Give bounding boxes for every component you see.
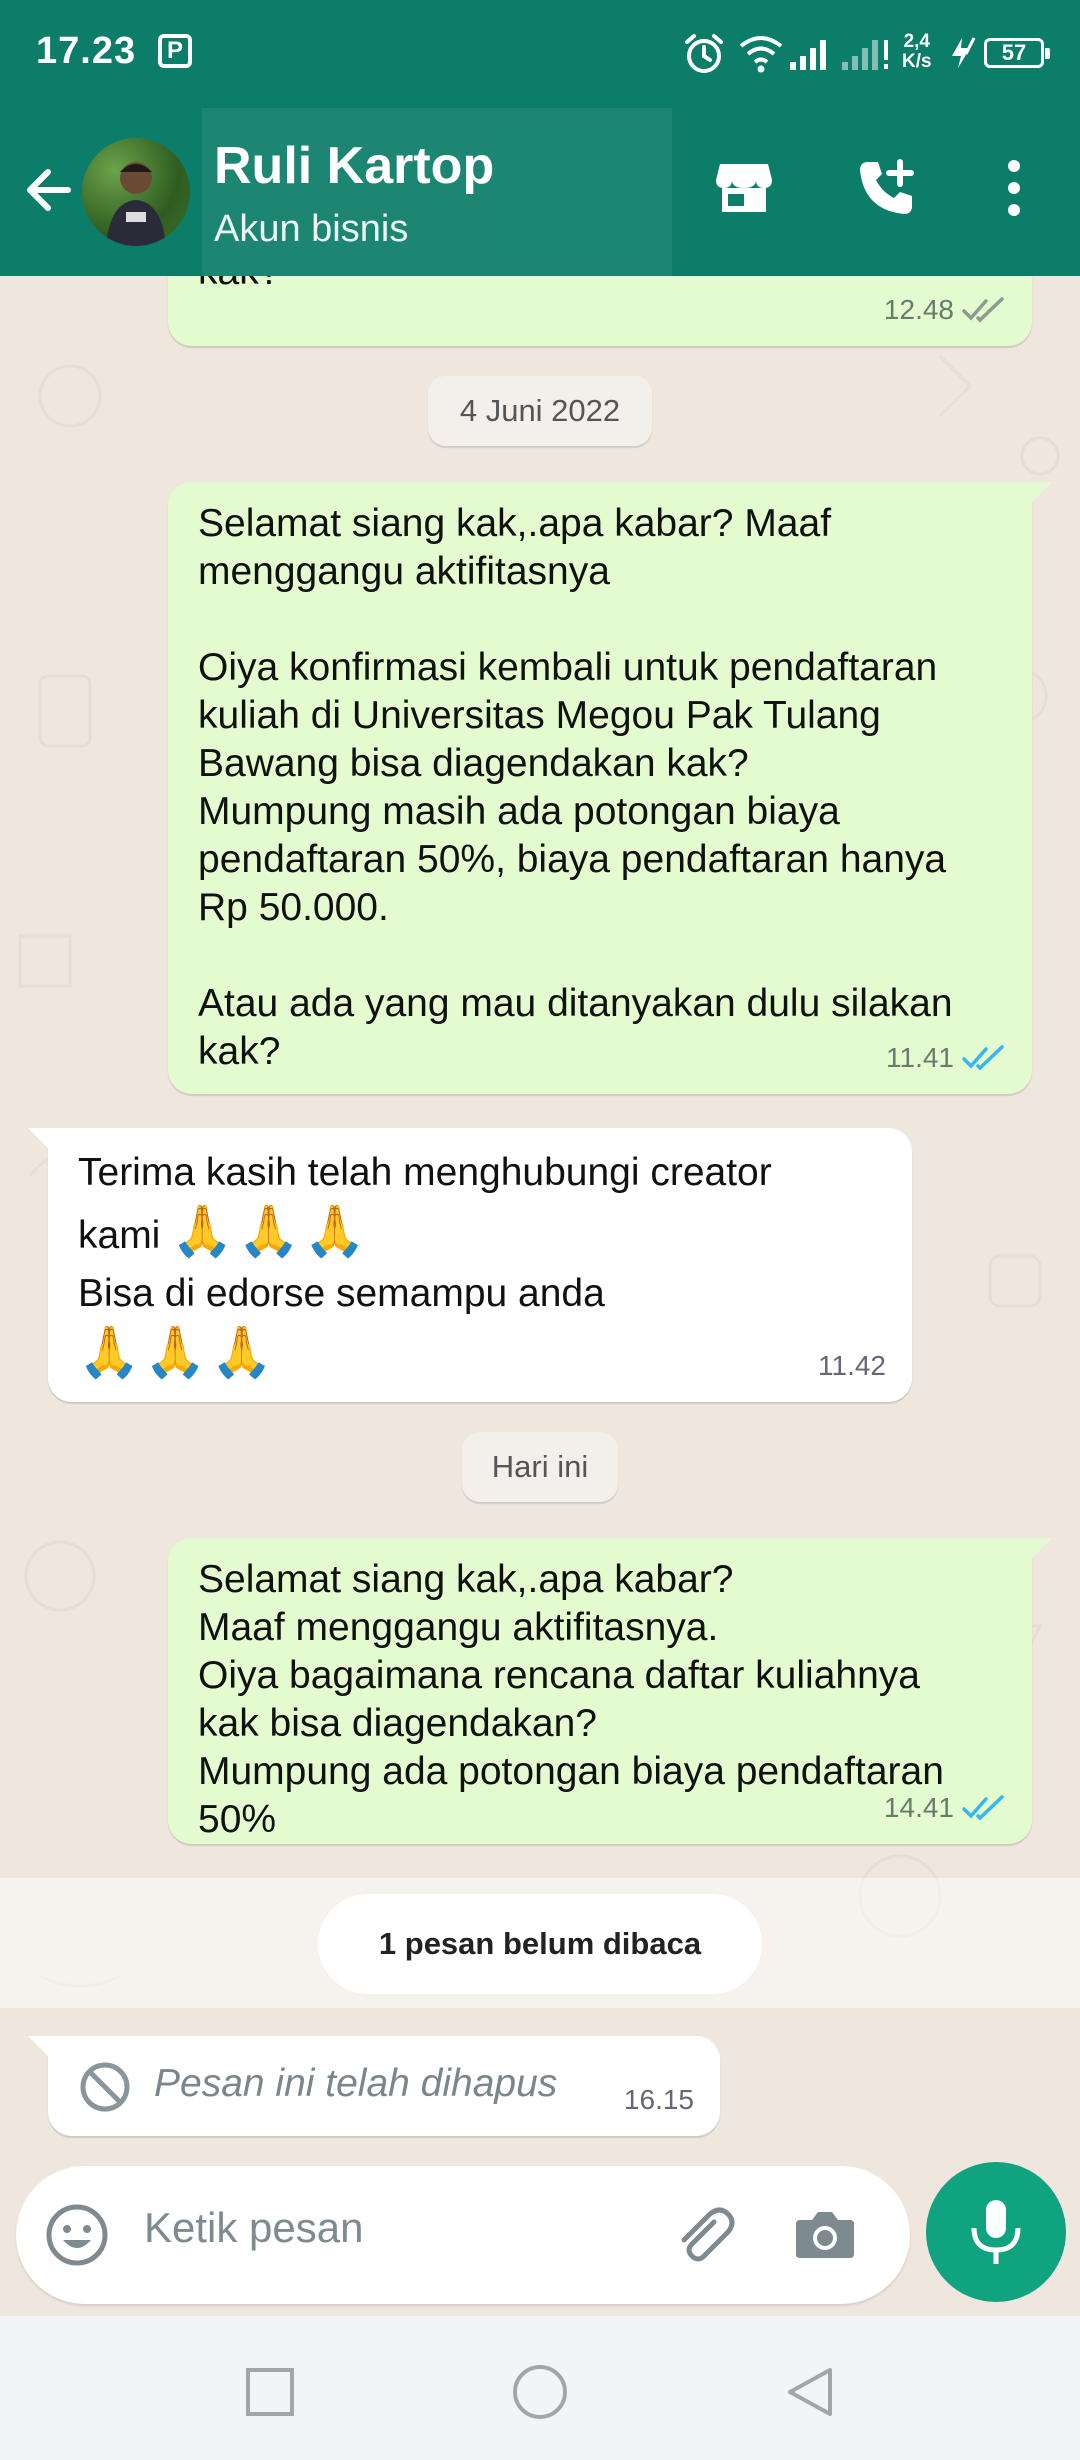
mic-icon (971, 2200, 1021, 2264)
contact-subtitle: Akun bisnis (214, 208, 409, 250)
message-meta: 12.48 (884, 286, 1006, 334)
message-meta: 16.15 (624, 2076, 694, 2124)
net-speed: 2,4 K/s (902, 32, 932, 72)
system-navbar (0, 2316, 1080, 2460)
message-meta: 11.42 (818, 1342, 886, 1390)
home-circle-icon[interactable] (510, 2362, 570, 2422)
status-bar: 17.23 P 2,4 K/s 57 (0, 0, 1080, 100)
message-line-2-text: kami (78, 1214, 161, 1257)
charging-icon (952, 37, 976, 68)
deleted-message[interactable]: Pesan ini telah dihapus 16.15 (28, 2036, 720, 2136)
message-text: kak? (198, 276, 280, 296)
status-time: 17.23 (36, 30, 137, 72)
bubble-tail (28, 1128, 50, 1150)
message-time: 16.15 (623, 2084, 694, 2115)
bubble-tail (1030, 1538, 1052, 1560)
chat-area[interactable]: kak? 12.48 4 Juni 2022 Selamat siang kak… (0, 276, 1080, 2164)
message-meta: 11.41 (886, 1034, 1006, 1082)
bubble-tail (1030, 482, 1052, 504)
message-input[interactable]: Ketik pesan (144, 2204, 363, 2252)
mic-button[interactable] (926, 2162, 1066, 2302)
read-ticks-icon (962, 1795, 1004, 1821)
header: 17.23 P 2,4 K/s 57 Ruli Kartop Akun bisn… (0, 0, 1080, 276)
recents-square-icon[interactable] (244, 2366, 296, 2418)
store-icon[interactable] (712, 156, 776, 220)
p-icon: P (158, 34, 192, 68)
alarm-icon (685, 34, 723, 73)
deleted-message-text: Pesan ini telah dihapus (154, 2062, 558, 2105)
outgoing-message[interactable]: Selamat siang kak,.apa kabar? Maaf mengg… (168, 482, 1052, 1094)
message-time: 12.48 (883, 294, 954, 325)
avatar-photo (106, 162, 166, 246)
delivered-ticks-icon (962, 297, 1004, 323)
message-time: 14.41 (883, 1792, 954, 1823)
emoji-icon[interactable] (44, 2202, 110, 2268)
avatar[interactable] (82, 138, 190, 246)
outgoing-message[interactable]: kak? 12.48 (168, 276, 1032, 346)
back-arrow-icon[interactable] (18, 158, 82, 222)
bubble-tail (28, 2036, 50, 2058)
pray-emoji-icon: 🙏🙏🙏 (171, 1203, 370, 1259)
back-triangle-icon[interactable] (782, 2364, 838, 2420)
message-text: Selamat siang kak,.apa kabar? Maaf mengg… (198, 1558, 944, 1841)
date-chip: 4 Juni 2022 (428, 376, 652, 446)
outgoing-message[interactable]: Selamat siang kak,.apa kabar? Maaf mengg… (168, 1538, 1052, 1844)
more-vert-icon[interactable] (996, 156, 1032, 220)
signal-icon-2 (842, 40, 888, 70)
message-body: Terima kasih telah menghubungi creator k… (78, 1144, 772, 1381)
add-call-icon[interactable] (854, 156, 918, 220)
message-time: 11.41 (886, 1042, 954, 1073)
contact-info[interactable]: Ruli Kartop Akun bisnis (202, 108, 672, 276)
contact-name: Ruli Kartop (214, 137, 495, 195)
blocked-icon (80, 2062, 130, 2112)
message-text: Selamat siang kak,.apa kabar? Maaf mengg… (198, 502, 953, 1073)
battery-icon: 57 (984, 38, 1050, 68)
message-composer: Ketik pesan (16, 2166, 910, 2304)
read-ticks-icon (962, 1045, 1004, 1071)
incoming-message[interactable]: Terima kasih telah menghubungi creator k… (28, 1128, 912, 1402)
app-bar: Ruli Kartop Akun bisnis (0, 108, 1080, 276)
signal-icon (790, 40, 826, 70)
message-meta: 14.41 (884, 1784, 1006, 1832)
date-chip: Hari ini (462, 1432, 618, 1502)
attach-icon[interactable] (670, 2202, 736, 2268)
net-speed-value: 2,4 (903, 31, 930, 52)
message-line-1: Terima kasih telah menghubungi creator (78, 1151, 772, 1194)
message-line-2: kami 🙏🙏🙏 (78, 1202, 772, 1265)
wifi-icon (739, 36, 783, 73)
message-time: 11.42 (818, 1350, 886, 1381)
unread-badge: 1 pesan belum dibaca (318, 1894, 762, 1994)
pray-emoji-icon: 🙏🙏🙏 (78, 1324, 277, 1380)
message-line-3: Bisa di edorse semampu anda (78, 1272, 605, 1315)
net-speed-unit: K/s (902, 51, 932, 72)
camera-icon[interactable] (792, 2202, 858, 2268)
